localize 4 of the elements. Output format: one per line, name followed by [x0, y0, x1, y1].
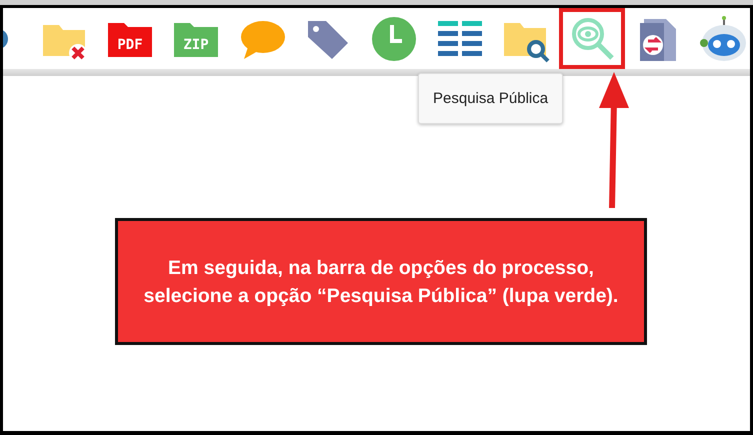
clock-icon[interactable] [370, 14, 418, 62]
tooltip: Pesquisa Pública [418, 73, 564, 124]
callout-text: Em seguida, na barra de opções do processo, selecione a opção “Pesquisa Pública” (lupa verde). [115, 218, 647, 345]
robot-icon[interactable] [700, 14, 748, 62]
